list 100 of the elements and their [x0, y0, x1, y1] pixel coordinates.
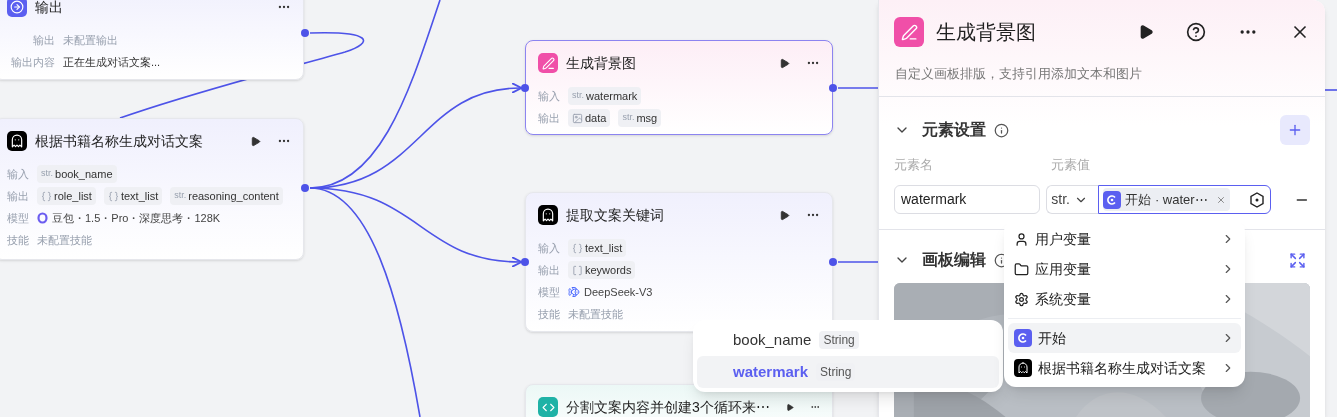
- row-value: 正在生成对话文案...: [63, 54, 161, 70]
- run-icon[interactable]: [785, 401, 794, 413]
- connector-line: [837, 261, 879, 263]
- connection-port[interactable]: [829, 258, 837, 266]
- run-icon[interactable]: [779, 57, 790, 69]
- menu-item[interactable]: 用户变量: [1008, 224, 1241, 254]
- row-value: 未配置输出: [63, 32, 118, 48]
- variable-name: book_name: [55, 166, 113, 182]
- connection-port[interactable]: [521, 84, 529, 92]
- type-prefix: str.: [174, 189, 187, 203]
- run-icon[interactable]: [250, 135, 261, 147]
- variable-name: data: [585, 110, 607, 126]
- node-icon: [894, 17, 924, 47]
- array-icon: [41, 190, 52, 202]
- connector-line: [837, 87, 879, 89]
- reference-text: 开始 · water⋯: [1125, 190, 1208, 209]
- menu-item[interactable]: 系统变量: [1008, 284, 1241, 314]
- array-icon: [107, 190, 119, 202]
- row-label: 技能: [538, 306, 560, 322]
- row-label: 模型: [7, 210, 29, 226]
- expand-icon[interactable]: [1289, 251, 1306, 269]
- connection-port[interactable]: [301, 29, 309, 37]
- menu-label: 系统变量: [1035, 289, 1091, 309]
- remove-icon[interactable]: [1215, 194, 1226, 205]
- node-title: 生成背景图: [566, 53, 636, 73]
- type-select[interactable]: str.: [1046, 185, 1099, 214]
- settings-icon: [1014, 291, 1029, 307]
- menu-label: 用户变量: [1035, 229, 1091, 249]
- workflow-node[interactable]: 根据书籍名称生成对话文案 输入 str. book_name 输出 role_list text_list str. reasoning_content 模型 豆包・1.5・Pro・深度思考・128K 技能 未配置技能: [0, 118, 304, 260]
- start-node-icon: [1103, 190, 1122, 209]
- connection-port[interactable]: [521, 258, 529, 266]
- menu-item[interactable]: 根据书籍名称生成对话文案: [1008, 353, 1241, 383]
- variable-name: text_list: [120, 188, 159, 204]
- whale-icon: [568, 286, 580, 298]
- menu-label: 应用变量: [1035, 259, 1091, 279]
- row-label: 输出内容: [10, 54, 55, 70]
- section-title: 元素设置: [922, 120, 986, 140]
- workflow-node[interactable]: 输出 输出 未配置输出 输出内容 正在生成对话文案...: [0, 0, 304, 80]
- array-icon: [572, 264, 583, 276]
- connection-port[interactable]: [829, 84, 837, 92]
- variable-name: text_list: [585, 240, 623, 256]
- reference-field[interactable]: 开始 · water⋯: [1098, 185, 1272, 214]
- row-label: 输出: [538, 262, 560, 278]
- start-node-icon: [1014, 329, 1032, 347]
- node-title: 分割文案内容并创建3个循环来⋯: [566, 397, 770, 417]
- type-prefix: str.: [572, 89, 584, 103]
- panel-description: 自定义画板排版，支持引用添加文本和图片: [894, 65, 1143, 83]
- llm-node-icon: [1014, 359, 1032, 377]
- workflow-node[interactable]: 提取文案关键词 输入 text_list 输出 keywords 模型 DeepSeek-V3 技能 未配置技能: [525, 192, 833, 332]
- node-title: 提取文案关键词: [566, 205, 664, 225]
- panel-title: 生成背景图: [936, 20, 1036, 45]
- variable-name: keywords: [585, 262, 632, 278]
- connection-port[interactable]: [301, 184, 309, 192]
- name-field[interactable]: watermark: [894, 185, 1041, 214]
- add-button[interactable]: [1280, 115, 1310, 145]
- menu-item[interactable]: 应用变量: [1008, 254, 1241, 284]
- variable-name: watermark: [733, 361, 809, 382]
- node-icon: [7, 0, 27, 17]
- row-label: 输出: [7, 188, 29, 204]
- row-label: 模型: [538, 284, 560, 300]
- workflow-node[interactable]: 生成背景图 输入 str. watermark 输出 data str. msg: [525, 40, 833, 135]
- node-icon: [7, 131, 27, 151]
- row-label: 输入: [538, 240, 560, 256]
- menu-label: 根据书籍名称生成对话文案: [1038, 358, 1206, 378]
- type-prefix: str.: [622, 111, 635, 125]
- array-icon: [572, 242, 583, 254]
- node-icon: [538, 397, 558, 417]
- model-logo-icon: [37, 212, 48, 224]
- help-icon[interactable]: [1186, 22, 1206, 42]
- variable-icon[interactable]: [1248, 190, 1267, 209]
- node-title: 输出: [35, 0, 63, 17]
- row-label: 技能: [7, 232, 29, 248]
- model-name: 豆包・1.5・Pro・深度思考・128K: [52, 210, 221, 226]
- variable-name: book_name: [733, 329, 812, 350]
- variable-name: msg: [636, 110, 658, 126]
- row-value: 未配置技能: [568, 306, 623, 322]
- node-title: 根据书籍名称生成对话文案: [35, 131, 203, 151]
- type-label: String: [819, 331, 859, 349]
- variable-name: reasoning_content: [188, 188, 279, 204]
- menu-item[interactable]: 开始: [1008, 323, 1241, 353]
- variable-name: watermark: [586, 88, 638, 104]
- image-icon: [572, 112, 583, 124]
- column-header: 元素值: [1051, 156, 1090, 175]
- folder-icon: [1014, 261, 1029, 277]
- menu-label: 开始: [1038, 328, 1066, 348]
- row-label: 输入: [538, 88, 560, 104]
- type-prefix: str.: [41, 167, 53, 181]
- row-label: 输出: [32, 32, 55, 48]
- info-icon: [994, 122, 1009, 138]
- plus-icon: [1287, 122, 1303, 138]
- run-icon[interactable]: [1138, 24, 1154, 40]
- connector-line: [1324, 89, 1337, 91]
- model-name: DeepSeek-V3: [584, 284, 653, 300]
- column-header: 元素名: [894, 156, 934, 175]
- run-icon[interactable]: [779, 209, 790, 221]
- variable-name: role_list: [54, 188, 92, 204]
- node-icon: [538, 53, 558, 73]
- section-title: 画板编辑: [922, 250, 986, 270]
- variable-option[interactable]: watermark String: [697, 356, 999, 388]
- row-label: 输入: [7, 166, 29, 182]
